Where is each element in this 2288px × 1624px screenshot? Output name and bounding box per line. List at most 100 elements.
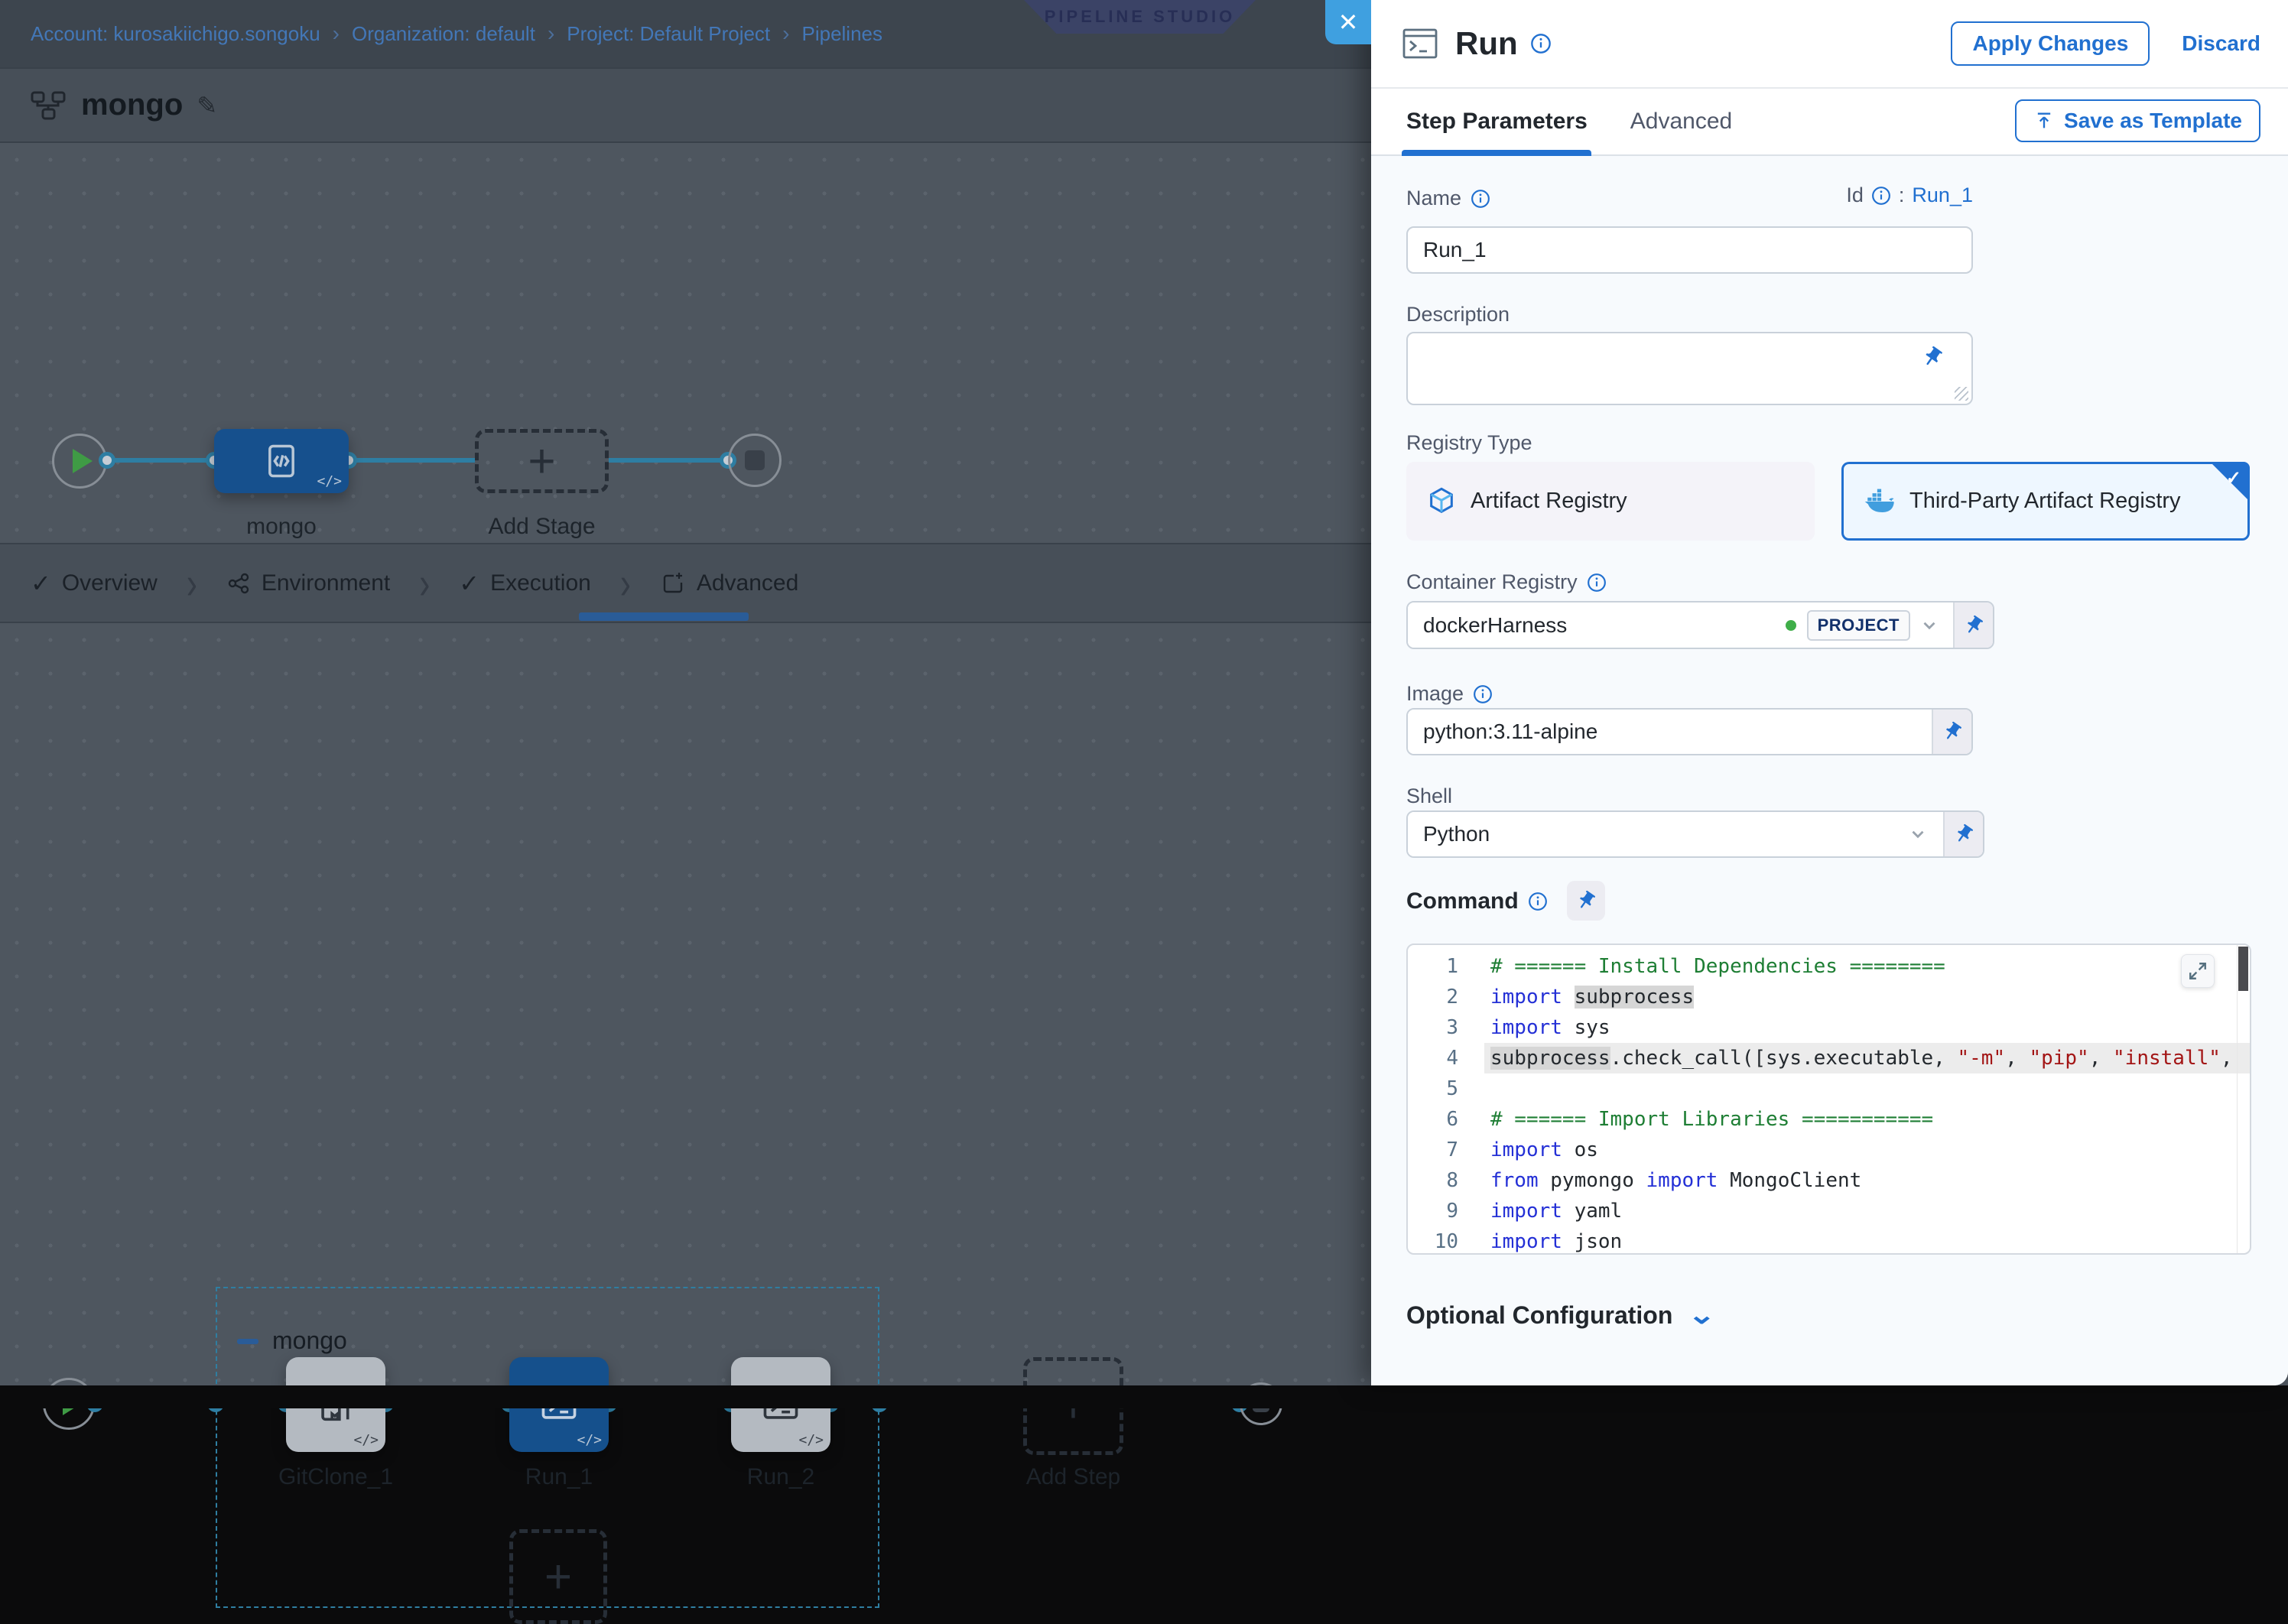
tab-environment[interactable]: Environment [226, 570, 390, 596]
registry-option-third-party[interactable]: Third-Party Artifact Registry ✓ [1841, 462, 2250, 541]
container-registry-value: dockerHarness [1423, 613, 1567, 638]
pin-icon[interactable] [1921, 346, 1944, 369]
selected-check-icon: ✓ [2226, 467, 2241, 489]
stage-code-badge: </> [317, 473, 342, 489]
breadcrumb-account[interactable]: Account: kurosakiichigo.songoku [31, 22, 320, 46]
pipeline-studio-badge: PIPELINE STUDIO [1024, 0, 1256, 34]
tab-overview[interactable]: ✓ Overview [31, 569, 158, 598]
execution-graph-canvas[interactable]: mongo </> GitClone_1 [0, 623, 1371, 1385]
chevron-down-icon[interactable] [1908, 824, 1928, 844]
registry-option-label: Artifact Registry [1471, 489, 1627, 514]
container-registry-label: Container Registry [1406, 570, 1607, 594]
pin-toggle-button[interactable] [1567, 881, 1605, 921]
chevron-right-icon: › [620, 557, 631, 609]
breadcrumb-separator: › [333, 21, 340, 46]
add-parallel-step-button[interactable]: + [509, 1529, 607, 1624]
panel-header: Run Apply Changes Discard [1371, 0, 2288, 89]
run-step-icon [1402, 28, 1438, 60]
name-input[interactable] [1406, 226, 1973, 274]
tab-environment-label: Environment [262, 570, 390, 596]
breadcrumb-organization[interactable]: Organization: default [352, 22, 535, 46]
step-code-badge: </> [798, 1432, 824, 1448]
advanced-icon [660, 570, 686, 596]
code-line: 1# ====== Install Dependencies ======== [1408, 951, 2250, 982]
info-icon[interactable] [1871, 186, 1891, 206]
tab-advanced-label: Advanced [697, 570, 798, 596]
close-icon: ✕ [1338, 8, 1359, 37]
discard-button[interactable]: Discard [2182, 31, 2260, 56]
optional-configuration-toggle[interactable]: Optional Configuration ⌄ [1406, 1300, 1713, 1330]
name-label: Name [1406, 187, 1490, 210]
description-textarea[interactable] [1406, 332, 1973, 405]
breadcrumb-project[interactable]: Project: Default Project [567, 22, 770, 46]
edit-pipeline-name-icon[interactable]: ✎ [197, 91, 217, 120]
tab-execution[interactable]: ✓ Execution [459, 569, 591, 598]
shell-value: Python [1423, 822, 1490, 846]
breadcrumb-pipelines[interactable]: Pipelines [801, 22, 882, 46]
code-line: 10import json [1408, 1226, 2250, 1255]
save-as-template-button[interactable]: Save as Template [2015, 99, 2260, 142]
scope-badge: PROJECT [1807, 610, 1910, 641]
step-label-run2: Run_2 [731, 1464, 830, 1490]
pin-toggle-button[interactable] [1953, 603, 1993, 648]
tab-step-parameters[interactable]: Step Parameters [1406, 109, 1588, 135]
panel-body: Name Id : Run_1 Description [1371, 156, 2288, 1385]
info-icon[interactable] [1587, 573, 1607, 593]
info-icon[interactable] [1471, 189, 1490, 209]
pipeline-studio-app: Account: kurosakiichigo.songoku › Organi… [0, 0, 2288, 1408]
chevron-down-icon: ⌄ [1688, 1300, 1716, 1330]
add-step-label: Add Step [1023, 1464, 1123, 1490]
image-value: python:3.11-alpine [1423, 719, 1597, 744]
check-icon: ✓ [459, 569, 479, 598]
collapse-group-icon[interactable] [237, 1339, 258, 1344]
bottom-strip [0, 1385, 2288, 1408]
code-line: 5 [1408, 1073, 2250, 1104]
close-panel-button[interactable]: ✕ [1325, 0, 1371, 44]
add-stage-button[interactable]: + [475, 429, 609, 493]
chevron-right-icon: › [187, 557, 197, 609]
container-registry-field[interactable]: dockerHarness PROJECT [1406, 601, 1994, 649]
step-id-row: Id : Run_1 [1846, 184, 1973, 207]
tab-advanced-panel[interactable]: Advanced [1630, 109, 1732, 135]
step-config-panel: Run Apply Changes Discard Step Parameter… [1371, 0, 2288, 1385]
info-icon[interactable] [1473, 684, 1493, 704]
stage-tab-bar: ✓ Overview › Environment › ✓ Execution › [0, 543, 1371, 623]
shell-select[interactable]: Python [1406, 810, 1984, 858]
code-line: 8from pymongo import MongoClient [1408, 1165, 2250, 1196]
pipeline-graph-icon [31, 90, 66, 121]
code-lines: 1# ====== Install Dependencies ========2… [1408, 945, 2250, 1255]
resize-handle[interactable] [1955, 387, 1968, 401]
plus-icon: + [528, 434, 555, 489]
stage-node-mongo[interactable]: </> [214, 429, 349, 493]
panel-title: Run [1455, 25, 1518, 62]
registry-option-artifact[interactable]: Artifact Registry [1406, 462, 1815, 541]
environment-icon [226, 571, 251, 596]
stage-graph-canvas[interactable]: </> mongo + Add Stage [0, 143, 1371, 543]
info-icon[interactable] [1530, 33, 1552, 54]
stop-icon [745, 450, 765, 470]
editor-scrollbar[interactable] [2237, 945, 2250, 1253]
code-line: 9import yaml [1408, 1196, 2250, 1226]
step-code-badge: </> [577, 1432, 602, 1448]
step-label-run1: Run_1 [509, 1464, 609, 1490]
chevron-right-icon: › [419, 557, 430, 609]
pipeline-title: mongo [81, 88, 183, 122]
expand-editor-button[interactable] [2181, 954, 2215, 988]
editor-scrollbar-thumb[interactable] [2238, 947, 2248, 991]
id-label: Id [1846, 184, 1864, 207]
id-value[interactable]: Run_1 [1912, 184, 1973, 207]
id-separator: : [1899, 184, 1905, 207]
docker-icon [1864, 488, 1896, 515]
pin-toggle-button[interactable] [1943, 812, 1983, 856]
step-group-label: mongo [272, 1327, 347, 1355]
apply-changes-button[interactable]: Apply Changes [1951, 21, 2150, 66]
chevron-down-icon[interactable] [1919, 615, 1939, 635]
command-editor[interactable]: 1# ====== Install Dependencies ========2… [1406, 944, 2251, 1255]
tab-advanced[interactable]: Advanced [660, 570, 798, 596]
code-line: 3import sys [1408, 1012, 2250, 1043]
pin-toggle-button[interactable] [1932, 710, 1971, 754]
panel-active-tab-underline [1402, 150, 1591, 156]
tab-execution-label: Execution [490, 570, 591, 596]
info-icon[interactable] [1528, 892, 1548, 911]
image-field[interactable]: python:3.11-alpine [1406, 708, 1973, 755]
